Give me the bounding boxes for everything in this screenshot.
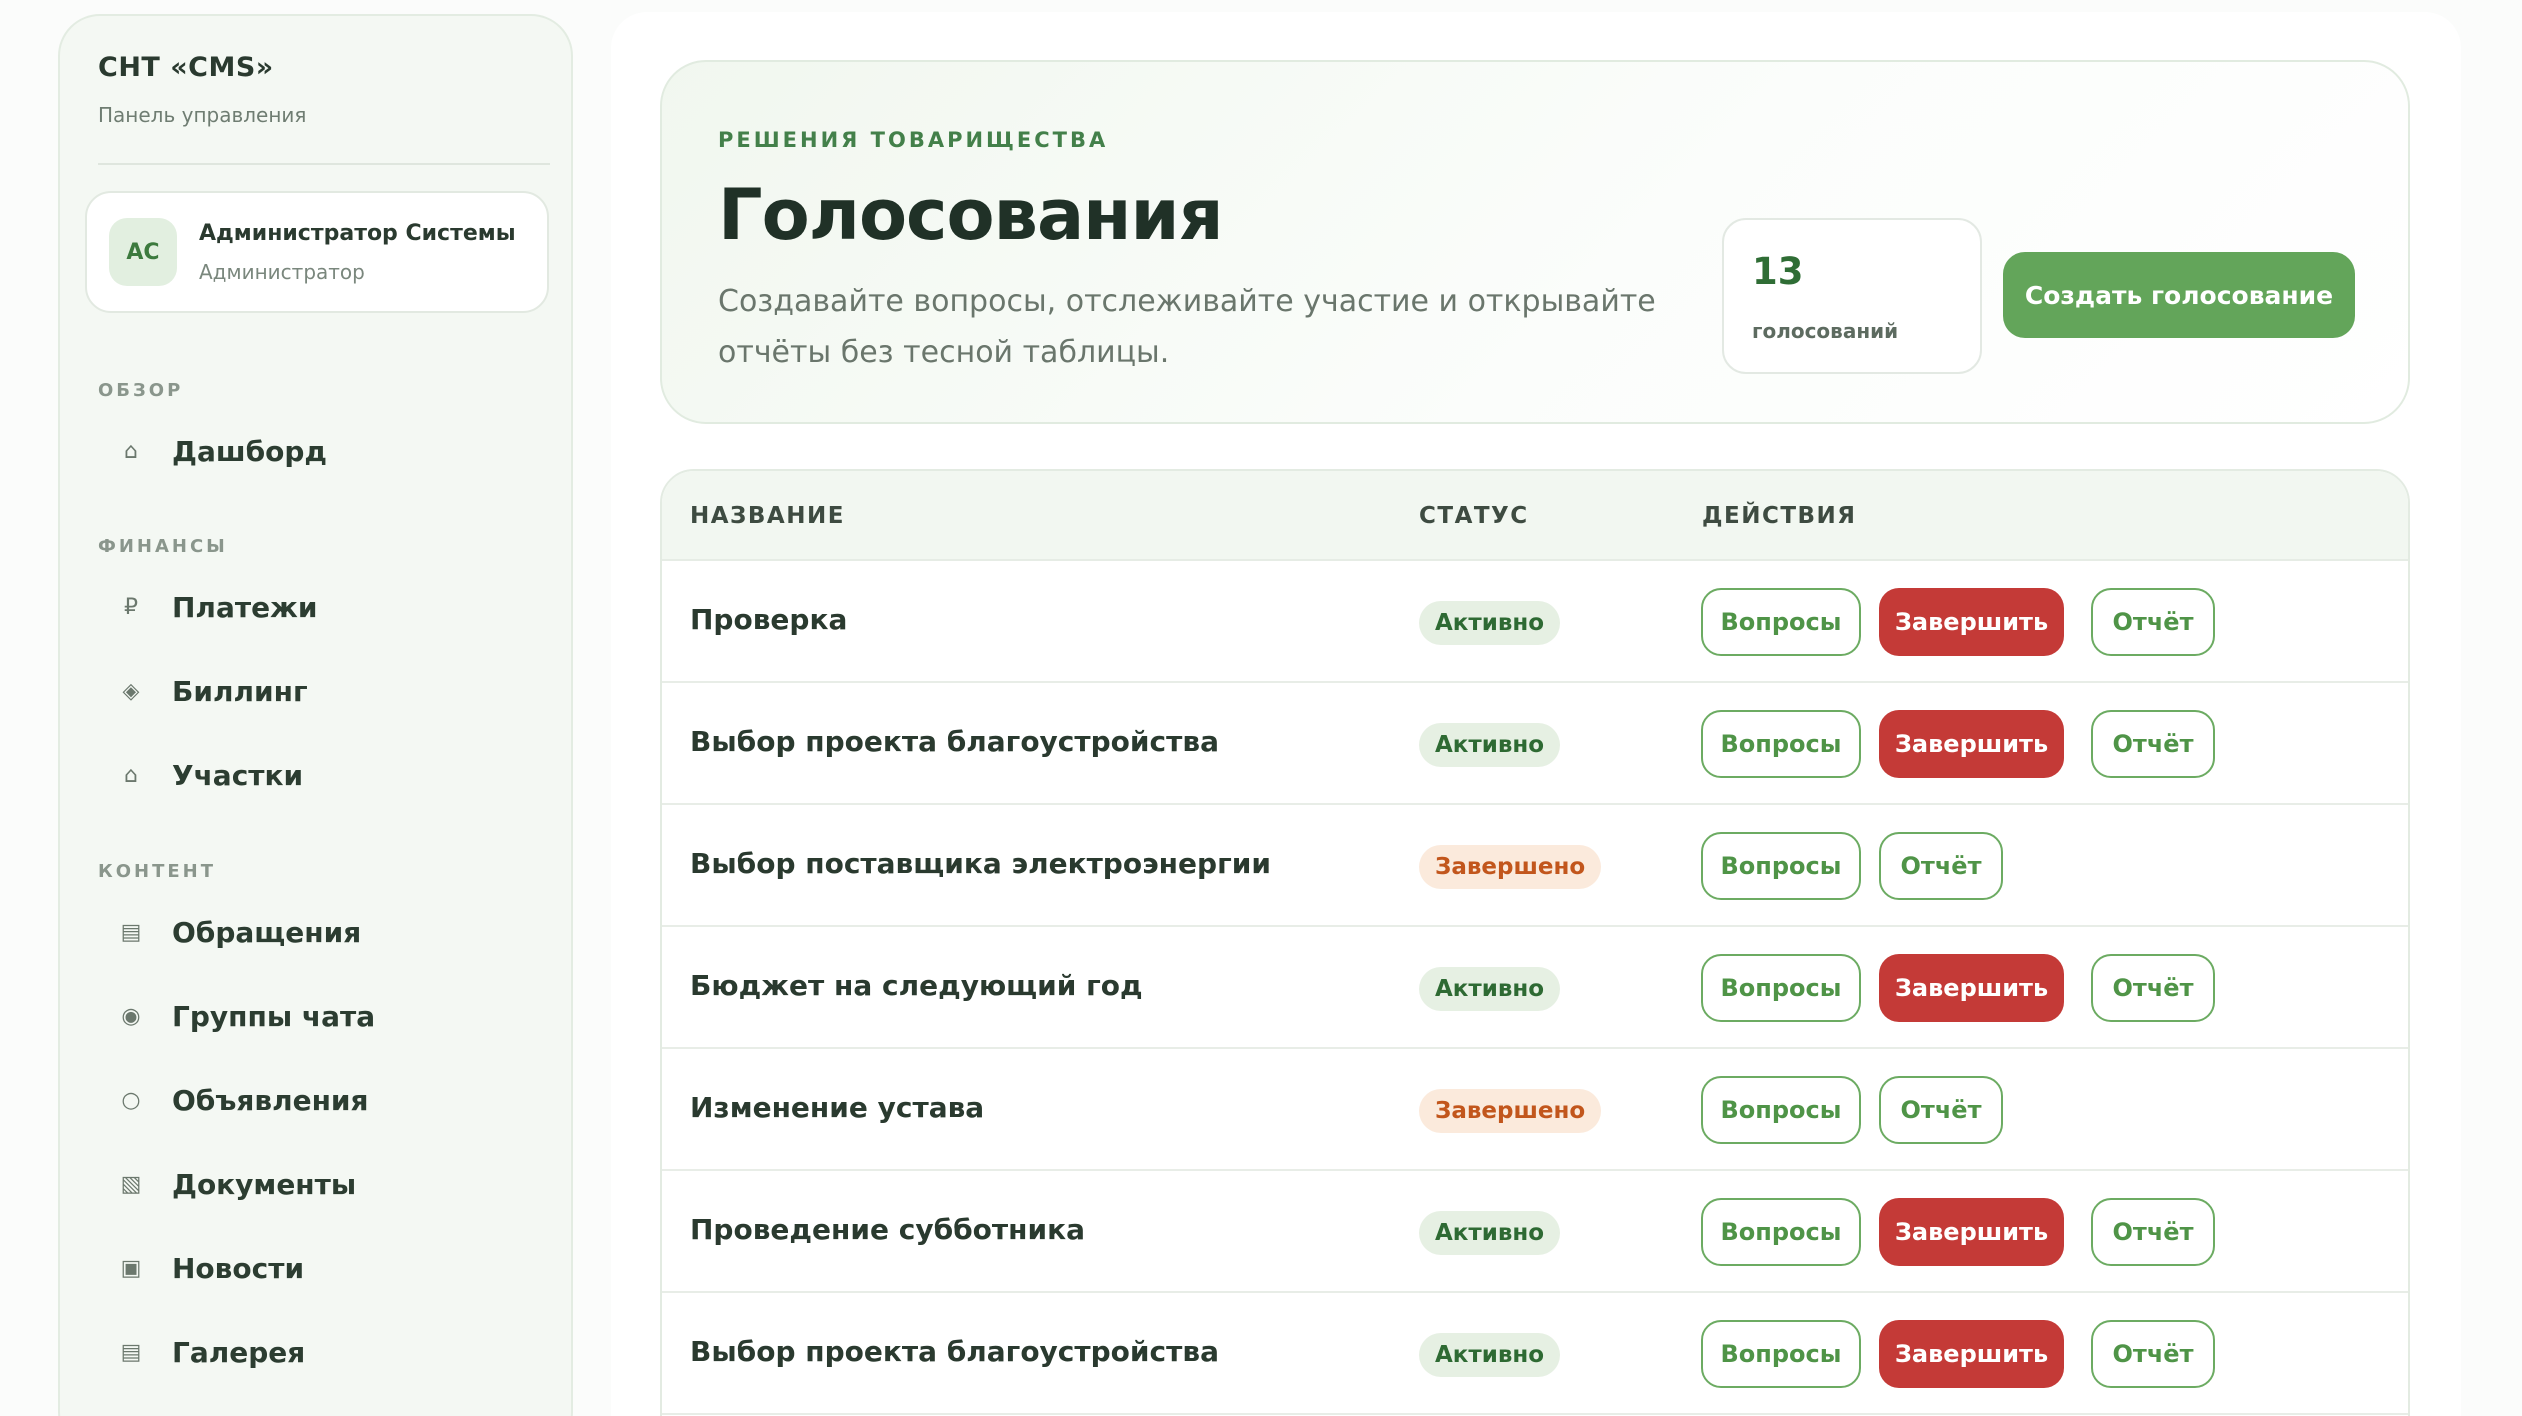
sidebar-item-plots[interactable]: ⌂ Участки — [98, 745, 550, 805]
sidebar-divider — [98, 163, 550, 165]
table-row[interactable]: Проведение субботника Активно Вопросы Завер… — [662, 1171, 2408, 1293]
column-header-status[interactable]: СТАТУС — [1419, 503, 1529, 529]
sidebar: СНТ «CMS» Панель управления АС Администр… — [58, 14, 573, 1416]
nav-section-content: КОНТЕНТ — [98, 861, 216, 882]
questions-button[interactable]: Вопросы — [1701, 710, 1861, 778]
sidebar-item-label: Новости — [172, 1251, 305, 1285]
sidebar-item-news[interactable]: ▣ Новости — [98, 1238, 550, 1298]
report-button[interactable]: Отчёт — [2091, 710, 2215, 778]
status-badge: Активно — [1419, 723, 1561, 767]
sidebar-item-documents[interactable]: ▧ Документы — [98, 1154, 550, 1214]
table-row[interactable]: Выбор проекта благоустройства Активно Вопр… — [662, 683, 2408, 805]
vote-title: Изменение устава — [690, 1091, 985, 1124]
report-button[interactable]: Отчёт — [1879, 832, 2003, 900]
user-name: Администратор Системы — [199, 220, 516, 246]
finish-button[interactable]: Завершить — [1879, 710, 2064, 778]
sidebar-item-requests[interactable]: ▤ Обращения — [98, 902, 550, 962]
document-icon: ▧ — [120, 1171, 142, 1197]
votes-count-value: 13 — [1752, 250, 1804, 293]
nav-section-overview: ОБЗОР — [98, 380, 184, 401]
sidebar-item-label: Галерея — [172, 1335, 306, 1369]
table-row[interactable]: Выбор поставщика электроэнергии Завершено… — [662, 805, 2408, 927]
finish-button[interactable]: Завершить — [1879, 954, 2064, 1022]
table-row[interactable]: Бюджет на следующий год Активно Вопросы Зав… — [662, 927, 2408, 1049]
circle-icon: ○ — [121, 1087, 141, 1113]
table-body: Проверка Активно Вопросы Завершить Отчёт Выбо… — [662, 561, 2408, 1415]
create-vote-button[interactable]: Создать голосование — [2003, 252, 2355, 338]
finish-button[interactable]: Завершить — [1879, 1320, 2064, 1388]
chat-group-icon: ◉ — [121, 1003, 141, 1029]
status-badge: Активно — [1419, 1333, 1561, 1377]
sidebar-item-label: Обращения — [172, 915, 362, 949]
hero-card: РЕШЕНИЯ ТОВАРИЩЕСТВА Голосования Создава… — [660, 60, 2410, 424]
finish-button[interactable]: Завершить — [1879, 588, 2064, 656]
questions-button[interactable]: Вопросы — [1701, 1198, 1861, 1266]
column-header-name[interactable]: НАЗВАНИЕ — [690, 503, 845, 529]
vote-title: Выбор поставщика электроэнергии — [690, 847, 1271, 880]
votes-count-label: голосований — [1752, 319, 1899, 343]
status-badge: Активно — [1419, 1211, 1561, 1255]
main-panel: РЕШЕНИЯ ТОВАРИЩЕСТВА Голосования Создава… — [611, 12, 2461, 1416]
diamond-icon: ◈ — [122, 678, 140, 704]
report-button[interactable]: Отчёт — [2091, 1320, 2215, 1388]
questions-button[interactable]: Вопросы — [1701, 954, 1861, 1022]
status-badge: Активно — [1419, 601, 1561, 645]
status-badge: Активно — [1419, 967, 1561, 1011]
sidebar-item-label: Объявления — [172, 1083, 369, 1117]
sidebar-item-billing[interactable]: ◈ Биллинг — [98, 661, 550, 721]
report-button[interactable]: Отчёт — [1879, 1076, 2003, 1144]
nav-section-finance: ФИНАНСЫ — [98, 536, 228, 557]
vote-title: Проверка — [690, 603, 848, 636]
questions-button[interactable]: Вопросы — [1701, 1320, 1861, 1388]
page-title: Голосования — [718, 174, 1224, 256]
sidebar-item-label: Платежи — [172, 590, 318, 624]
user-card[interactable]: АС Администратор Системы Администратор — [85, 191, 549, 313]
vote-title: Выбор проекта благоустройства — [690, 1335, 1219, 1368]
report-button[interactable]: Отчёт — [2091, 588, 2215, 656]
questions-button[interactable]: Вопросы — [1701, 832, 1861, 900]
vote-title: Проведение субботника — [690, 1213, 1086, 1246]
votes-table: НАЗВАНИЕ СТАТУС ДЕЙСТВИЯ Проверка Активно… — [660, 469, 2410, 1416]
votes-count-card: 13 голосований — [1722, 218, 1982, 374]
table-header: НАЗВАНИЕ СТАТУС ДЕЙСТВИЯ — [662, 471, 2408, 561]
plot-icon: ⌂ — [124, 762, 138, 788]
sidebar-item-label: Биллинг — [172, 674, 308, 708]
vote-title: Бюджет на следующий год — [690, 969, 1143, 1002]
brand-title: СНТ «CMS» — [98, 52, 274, 83]
hero-description: Создавайте вопросы, отслеживайте участие… — [718, 284, 1656, 370]
hero-eyebrow: РЕШЕНИЯ ТОВАРИЩЕСТВА — [718, 128, 1109, 152]
avatar: АС — [109, 218, 177, 286]
table-row[interactable]: Выбор проекта благоустройства Активно Вопр… — [662, 1293, 2408, 1415]
report-button[interactable]: Отчёт — [2091, 954, 2215, 1022]
home-icon: ⌂ — [124, 438, 138, 464]
sidebar-item-label: Участки — [172, 758, 304, 792]
ruble-icon: ₽ — [124, 594, 138, 620]
sidebar-item-label: Документы — [172, 1167, 357, 1201]
list-icon: ▤ — [120, 919, 142, 945]
vote-title: Выбор проекта благоустройства — [690, 725, 1219, 758]
sidebar-item-label: Дашборд — [172, 434, 328, 468]
user-role: Администратор — [199, 259, 365, 284]
brand-subtitle: Панель управления — [98, 103, 307, 127]
news-icon: ▣ — [120, 1255, 142, 1281]
sidebar-item-gallery[interactable]: ▤ Галерея — [98, 1322, 550, 1382]
questions-button[interactable]: Вопросы — [1701, 588, 1861, 656]
sidebar-item-label: Группы чата — [172, 999, 376, 1033]
gallery-icon: ▤ — [120, 1339, 142, 1365]
table-row[interactable]: Изменение устава Завершено Вопросы Отчёт — [662, 1049, 2408, 1171]
status-badge: Завершено — [1419, 1089, 1602, 1133]
sidebar-item-dashboard[interactable]: ⌂ Дашборд — [98, 421, 550, 481]
finish-button[interactable]: Завершить — [1879, 1198, 2064, 1266]
table-row[interactable]: Проверка Активно Вопросы Завершить Отчёт — [662, 561, 2408, 683]
sidebar-item-announcements[interactable]: ○ Объявления — [98, 1070, 550, 1130]
questions-button[interactable]: Вопросы — [1701, 1076, 1861, 1144]
sidebar-item-payments[interactable]: ₽ Платежи — [98, 577, 550, 637]
sidebar-item-chat-groups[interactable]: ◉ Группы чата — [98, 986, 550, 1046]
report-button[interactable]: Отчёт — [2091, 1198, 2215, 1266]
column-header-actions: ДЕЙСТВИЯ — [1702, 503, 1857, 529]
status-badge: Завершено — [1419, 845, 1602, 889]
